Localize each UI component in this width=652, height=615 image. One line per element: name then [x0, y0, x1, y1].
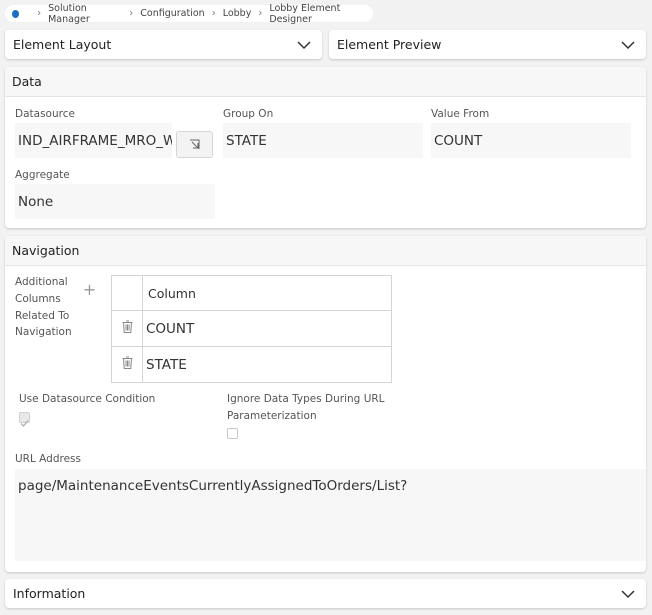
datasource-link-button[interactable]: [176, 131, 213, 158]
ignore-data-types-checkbox[interactable]: [227, 428, 238, 439]
delete-row-button[interactable]: [111, 310, 143, 347]
chevron-right-icon: ›: [129, 8, 134, 19]
label-line: Parameterization: [227, 409, 317, 422]
url-address-label: URL Address: [15, 453, 81, 465]
home-dot-icon[interactable]: [12, 9, 20, 18]
chevron-right-icon: ›: [37, 8, 42, 19]
chevron-right-icon: ›: [258, 8, 263, 19]
chevron-right-icon: ›: [211, 8, 216, 19]
use-datasource-condition-label: Use Datasource Condition: [19, 393, 156, 405]
use-datasource-condition-checkbox[interactable]: [19, 412, 30, 428]
information-title: Information: [13, 586, 86, 601]
add-column-button[interactable]: +: [68, 276, 111, 302]
label-line: Ignore Data Types During URL: [227, 393, 385, 405]
chevron-down-icon[interactable]: [620, 586, 636, 602]
breadcrumb-item[interactable]: Solution Manager: [48, 3, 122, 25]
element-preview-title: Element Preview: [337, 37, 442, 52]
information-panel[interactable]: Information: [5, 579, 646, 608]
trash-icon: [122, 356, 132, 369]
navigation-section-title: Navigation: [5, 236, 646, 266]
group-on-label: Group On: [223, 108, 274, 120]
delete-row-button[interactable]: [111, 346, 143, 383]
value-from-field[interactable]: COUNT: [431, 123, 631, 158]
chevron-down-icon[interactable]: [620, 37, 636, 53]
ignore-data-types-label: Ignore Data Types During URL Parameteriz…: [227, 391, 385, 425]
element-layout-title: Element Layout: [13, 37, 112, 52]
label-line: Additional: [15, 276, 68, 288]
open-link-icon: [189, 139, 199, 149]
element-layout-panel[interactable]: Element Layout: [5, 30, 322, 59]
trash-icon: [122, 320, 132, 333]
value-from-label: Value From: [431, 108, 490, 120]
navigation-section: Navigation Additional Columns Related To…: [5, 236, 646, 572]
label-line: Columns: [15, 292, 61, 305]
table-header-blank: [111, 275, 143, 311]
label-line: Related To: [15, 309, 70, 322]
datasource-field[interactable]: IND_AIRFRAME_MRO_W: [15, 123, 172, 158]
aggregate-field[interactable]: None: [15, 184, 215, 219]
element-preview-panel[interactable]: Element Preview: [329, 30, 646, 59]
table-header-row: Column: [111, 275, 392, 311]
check-icon: [20, 420, 29, 428]
breadcrumb-item[interactable]: Configuration: [140, 8, 204, 19]
label-line: Navigation: [15, 326, 72, 339]
columns-table: Column COUNT STATE: [111, 275, 392, 383]
table-row: STATE: [111, 346, 392, 383]
column-header: Column: [142, 275, 392, 311]
breadcrumb: › Solution Manager › Configuration › Lob…: [5, 2, 373, 25]
additional-columns-label: Additional Columns Related To Navigation: [15, 274, 72, 341]
group-on-field[interactable]: STATE: [223, 123, 423, 158]
column-cell[interactable]: STATE: [142, 346, 392, 383]
breadcrumb-item: Lobby Element Designer: [269, 2, 341, 25]
breadcrumb-item[interactable]: Lobby: [223, 8, 252, 19]
datasource-label: Datasource: [15, 108, 75, 120]
aggregate-label: Aggregate: [15, 169, 70, 181]
data-section-title: Data: [5, 67, 646, 97]
chevron-down-icon[interactable]: [296, 37, 312, 53]
url-address-field[interactable]: page/MaintenanceEventsCurrentlyAssignedT…: [15, 469, 646, 561]
data-section: Data Datasource IND_AIRFRAME_MRO_W Group…: [5, 67, 646, 228]
column-cell[interactable]: COUNT: [142, 310, 392, 347]
table-row: COUNT: [111, 310, 392, 347]
